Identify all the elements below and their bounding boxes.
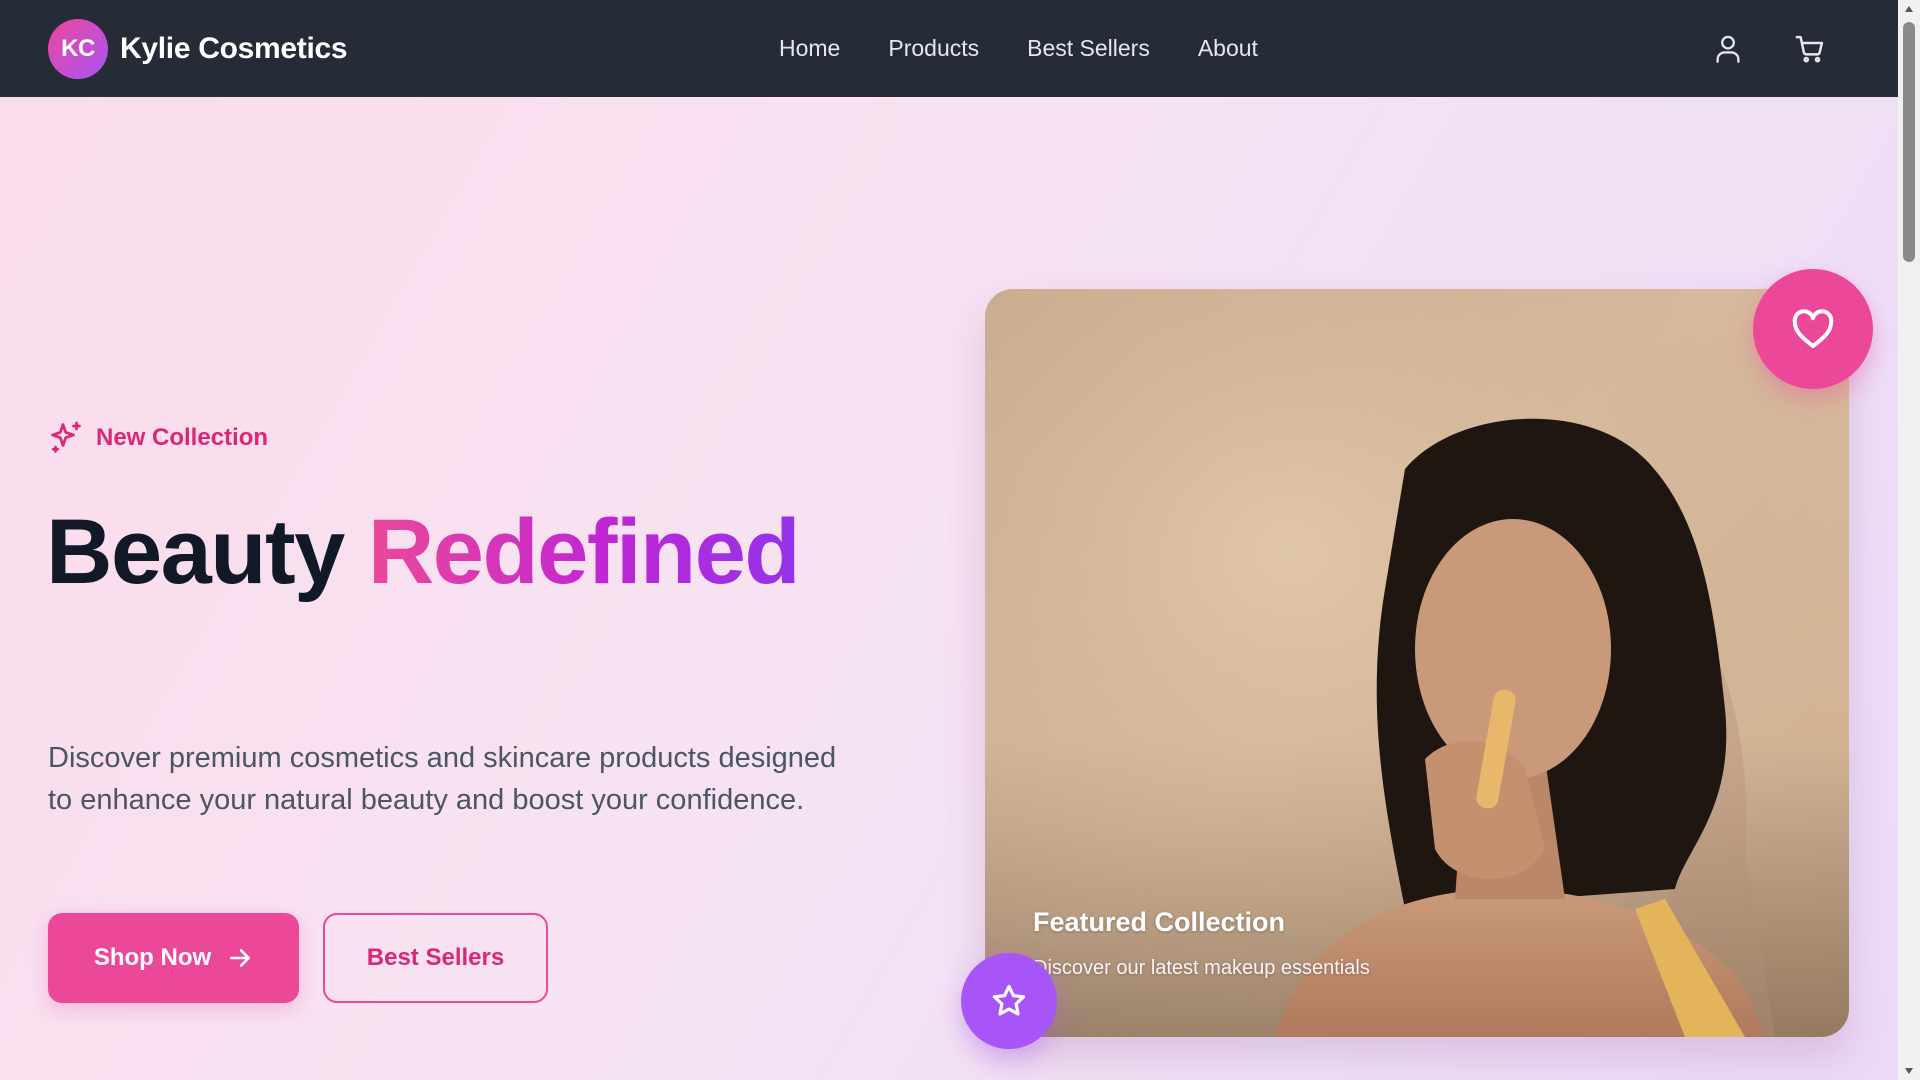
card-subtitle: Discover our latest makeup essentials — [1033, 957, 1370, 979]
tag-label: New Collection — [96, 424, 269, 451]
best-sellers-button[interactable]: Best Sellers — [323, 913, 548, 1003]
headline-part-1: Beauty — [46, 501, 345, 603]
top-navbar: KC Kylie Cosmetics Home Products Best Se… — [0, 0, 1898, 97]
triangle-down-icon — [1905, 1068, 1913, 1074]
brand-name: Kylie Cosmetics — [120, 31, 348, 65]
arrow-right-icon — [230, 949, 251, 967]
nav-link-about[interactable]: About — [1198, 35, 1258, 62]
hero-section: New Collection Beauty Redefined Discover… — [0, 97, 1898, 1080]
vertical-scrollbar[interactable] — [1898, 0, 1920, 1080]
headline-part-2: Redefined — [367, 501, 801, 603]
shop-now-label: Shop Now — [93, 944, 212, 971]
sparkles-icon — [51, 421, 81, 453]
cart-icon — [1795, 35, 1824, 63]
featured-collection-card[interactable]: Featured Collection Discover our latest … — [985, 289, 1849, 1037]
card-title: Featured Collection — [1033, 907, 1286, 937]
nav-link-home[interactable]: Home — [779, 35, 840, 62]
triangle-up-icon — [1905, 6, 1913, 12]
star-button[interactable] — [961, 953, 1057, 1049]
new-collection-tag: New Collection — [48, 420, 268, 456]
main-nav: Home Products Best Sellers About — [779, 0, 1258, 97]
hero-headline: Beauty Redefined — [46, 497, 801, 607]
nav-icon-group — [1712, 0, 1826, 97]
account-button[interactable] — [1712, 33, 1744, 65]
scroll-up-arrow[interactable] — [1898, 0, 1920, 18]
brand-logo: KC — [48, 18, 108, 79]
user-icon — [1716, 35, 1740, 63]
hero-description: Discover premium cosmetics and skincare … — [48, 742, 837, 816]
shop-now-button[interactable]: Shop Now — [48, 913, 299, 1003]
nav-link-best-sellers[interactable]: Best Sellers — [1027, 35, 1150, 62]
cart-button[interactable] — [1794, 33, 1826, 65]
nav-link-products[interactable]: Products — [888, 35, 979, 62]
scroll-down-arrow[interactable] — [1898, 1062, 1920, 1080]
scrollbar-thumb[interactable] — [1903, 22, 1915, 262]
brand-link[interactable]: KC Kylie Cosmetics — [48, 18, 348, 79]
favorite-button[interactable] — [1753, 269, 1873, 389]
star-icon — [992, 984, 1026, 1016]
heart-icon — [1792, 309, 1834, 348]
